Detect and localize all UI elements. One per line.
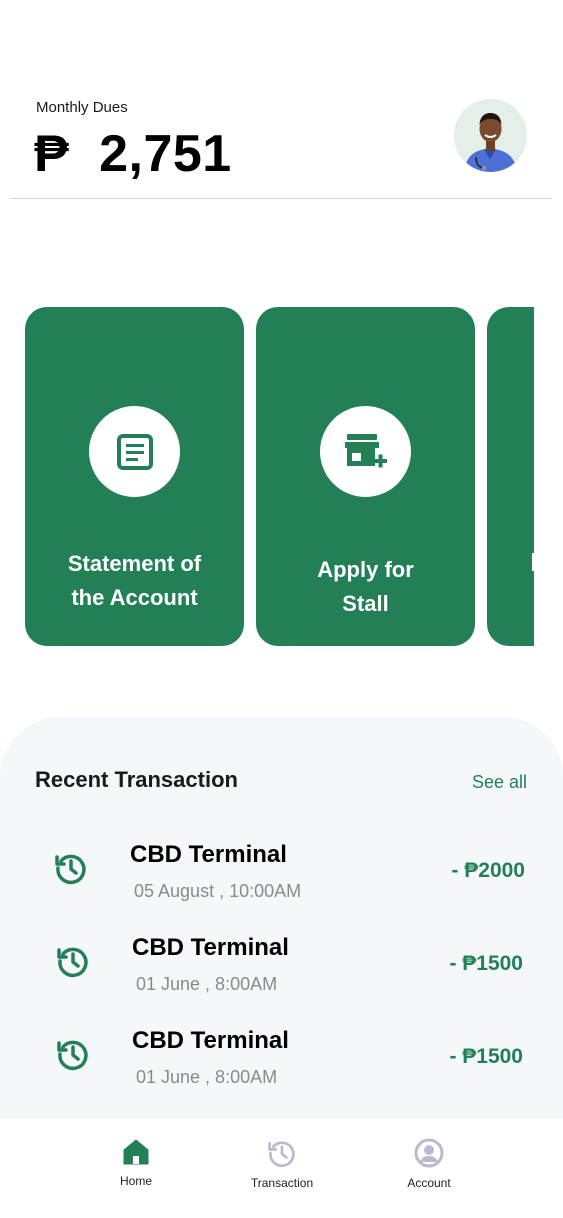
transaction-row[interactable]: CBD Terminal 01 June , 8:00AM - ₱1500 <box>0 930 563 1010</box>
card-title-line-1: Apply for <box>317 557 414 582</box>
transaction-amount: - ₱2000 <box>451 859 525 882</box>
card-title: Apply for Stall <box>256 553 475 621</box>
transaction-amount: - ₱1500 <box>449 1045 523 1068</box>
user-circle-icon <box>414 1138 444 1168</box>
nav-home-label: Home <box>119 1174 152 1188</box>
nav-account-label: Account <box>407 1176 451 1190</box>
transaction-date: 01 June , 8:00AM <box>136 1067 278 1087</box>
header-divider <box>10 198 552 199</box>
transaction-name: CBD Terminal <box>130 841 287 868</box>
see-all-link[interactable]: See all <box>472 772 527 793</box>
currency-symbol: ₱ <box>34 125 70 183</box>
card-title: Statement of the Account <box>25 547 244 615</box>
monthly-dues-label: Monthly Dues <box>36 99 128 116</box>
nav-transaction-label: Transaction <box>250 1176 314 1190</box>
dues-value: 2,751 <box>99 125 232 183</box>
statement-icon <box>116 433 153 470</box>
next-action-card[interactable] <box>487 307 534 646</box>
card-title-line-1: Statement of <box>67 551 202 576</box>
action-cards: Statement of the Account Apply for Stall <box>0 307 563 647</box>
card-title-line-2: the Account <box>71 585 198 610</box>
transaction-date: 01 June , 8:00AM <box>136 974 278 994</box>
transaction-amount: - ₱1500 <box>449 952 523 975</box>
profile-photo <box>454 99 527 172</box>
card-title-line-2: Stall <box>342 591 389 616</box>
store-add-icon <box>344 433 387 467</box>
transaction-date: 05 August , 10:00AM <box>134 881 302 901</box>
card-icon-circle <box>320 406 411 497</box>
recent-transactions-panel: Recent Transaction See all CBD Terminal … <box>0 717 563 1137</box>
history-icon <box>57 947 88 978</box>
transaction-name: CBD Terminal <box>132 934 289 961</box>
recent-transactions-title: Recent Transaction <box>35 767 238 792</box>
nav-home[interactable]: Home <box>81 1138 191 1198</box>
bottom-nav: Home Transaction Account <box>0 1117 563 1218</box>
transaction-name: CBD Terminal <box>132 1027 289 1054</box>
transaction-row[interactable]: CBD Terminal 01 June , 8:00AM - ₱1500 <box>0 1023 563 1103</box>
apply-for-stall-card[interactable]: Apply for Stall <box>256 307 475 646</box>
history-icon <box>57 1040 88 1071</box>
transaction-row[interactable]: CBD Terminal 05 August , 10:00AM - ₱2000 <box>0 837 563 917</box>
nav-account[interactable]: Account <box>374 1138 484 1198</box>
history-icon <box>55 854 86 885</box>
monthly-dues-amount: ₱ 2,751 <box>34 122 232 186</box>
avatar[interactable] <box>454 99 527 172</box>
truncated-card-text <box>532 553 534 571</box>
nav-transaction[interactable]: Transaction <box>227 1138 337 1198</box>
header: Monthly Dues ₱ 2,751 <box>0 0 563 200</box>
statement-of-account-card[interactable]: Statement of the Account <box>25 307 244 646</box>
card-icon-circle <box>89 406 180 497</box>
history-icon <box>268 1141 295 1168</box>
home-icon <box>123 1139 149 1165</box>
